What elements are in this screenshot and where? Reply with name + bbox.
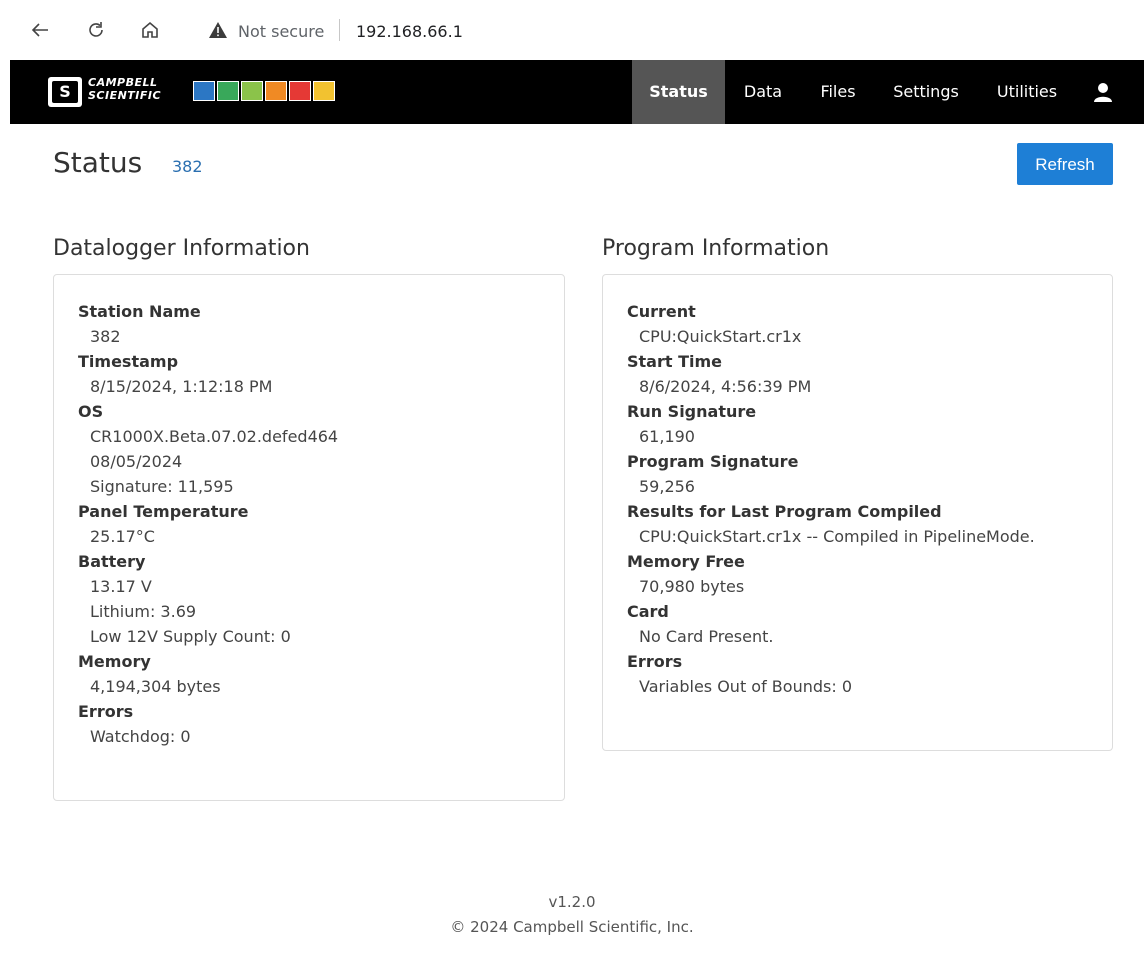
- home-icon[interactable]: [138, 18, 162, 42]
- memory-value: 4,194,304 bytes: [90, 677, 221, 696]
- page-title: Status: [53, 146, 143, 179]
- start-time-value: 8/6/2024, 4:56:39 PM: [639, 377, 812, 396]
- datalogger-fields: Station Name 382 Timestamp 8/15/2024, 1:…: [78, 299, 338, 749]
- program-errors-label: Errors: [627, 652, 683, 671]
- memory-free-value: 70,980 bytes: [639, 577, 745, 596]
- program-section-title: Program Information: [602, 236, 830, 261]
- warning-icon[interactable]: [206, 18, 230, 42]
- memory-label: Memory: [78, 652, 151, 671]
- weather-tile-icon: [217, 81, 239, 101]
- campbell-logo-icon[interactable]: S: [48, 77, 82, 107]
- reload-icon[interactable]: [84, 18, 108, 42]
- station-name-link[interactable]: 382: [172, 157, 203, 176]
- current-program-label: Current: [627, 302, 696, 321]
- memory-free-label: Memory Free: [627, 552, 745, 571]
- refresh-button[interactable]: Refresh: [1017, 143, 1113, 185]
- datalogger-panel: Station Name 382 Timestamp 8/15/2024, 1:…: [53, 274, 565, 801]
- start-time-label: Start Time: [627, 352, 722, 371]
- program-signature-value: 59,256: [639, 477, 695, 496]
- nav-settings[interactable]: Settings: [880, 60, 972, 124]
- os-version-value: CR1000X.Beta.07.02.defed464: [90, 427, 339, 446]
- run-signature-label: Run Signature: [627, 402, 757, 421]
- nav-data[interactable]: Data: [731, 60, 795, 124]
- low-supply-count-value: Low 12V Supply Count: 0: [90, 627, 291, 646]
- address-bar[interactable]: 192.168.66.1: [356, 22, 463, 41]
- card-label: Card: [627, 602, 669, 621]
- run-signature-value: 61,190: [639, 427, 695, 446]
- battery-voltage-value: 13.17 V: [90, 577, 152, 596]
- soil-tile-icon: [313, 81, 335, 101]
- brand-tiles: [193, 81, 335, 101]
- brand-name[interactable]: CAMPBELL SCIENTIFIC: [88, 76, 161, 102]
- os-signature-value: Signature: 11,595: [90, 477, 234, 496]
- station-name-label: Station Name: [78, 302, 201, 321]
- infrastructure-tile-icon: [289, 81, 311, 101]
- security-warning[interactable]: Not secure: [238, 22, 324, 41]
- card-value: No Card Present.: [639, 627, 774, 646]
- program-signature-label: Program Signature: [627, 452, 799, 471]
- compile-results-label: Results for Last Program Compiled: [627, 502, 942, 521]
- watchdog-value: Watchdog: 0: [90, 727, 191, 746]
- address-separator: [339, 19, 340, 41]
- panel-temperature-label: Panel Temperature: [78, 502, 249, 521]
- station-name-value: 382: [90, 327, 121, 346]
- version-text: v1.2.0: [548, 893, 596, 911]
- lithium-value: Lithium: 3.69: [90, 602, 197, 621]
- variables-out-of-bounds-value: Variables Out of Bounds: 0: [639, 677, 852, 696]
- current-program-value: CPU:QuickStart.cr1x: [639, 327, 802, 346]
- top-navbar: [10, 60, 1144, 124]
- nav-status[interactable]: Status: [632, 60, 725, 124]
- user-icon[interactable]: [1092, 81, 1114, 103]
- program-panel: Current CPU:QuickStart.cr1x Start Time 8…: [602, 274, 1113, 751]
- compile-results-value: CPU:QuickStart.cr1x -- Compiled in Pipel…: [639, 527, 1035, 546]
- timestamp-label: Timestamp: [78, 352, 179, 371]
- battery-label: Battery: [78, 552, 146, 571]
- brand-line1: CAMPBELL: [88, 76, 158, 89]
- errors-label: Errors: [78, 702, 134, 721]
- browser-toolbar: Not secure 192.168.66.1: [0, 0, 1144, 60]
- brand-line2: SCIENTIFIC: [88, 89, 162, 102]
- nav-utilities[interactable]: Utilities: [984, 60, 1070, 124]
- agriculture-tile-icon: [241, 81, 263, 101]
- logo-letter: S: [52, 81, 78, 103]
- copyright-text: © 2024 Campbell Scientific, Inc.: [450, 918, 694, 936]
- os-date-value: 08/05/2024: [90, 452, 183, 471]
- timestamp-value: 8/15/2024, 1:12:18 PM: [90, 377, 273, 396]
- water-tile-icon: [193, 81, 215, 101]
- panel-temperature-value: 25.17°C: [90, 527, 155, 546]
- energy-tile-icon: [265, 81, 287, 101]
- back-arrow-icon[interactable]: [28, 18, 52, 42]
- program-fields: Current CPU:QuickStart.cr1x Start Time 8…: [627, 299, 1035, 699]
- os-label: OS: [78, 402, 104, 421]
- nav-files[interactable]: Files: [805, 60, 871, 124]
- datalogger-section-title: Datalogger Information: [53, 236, 310, 261]
